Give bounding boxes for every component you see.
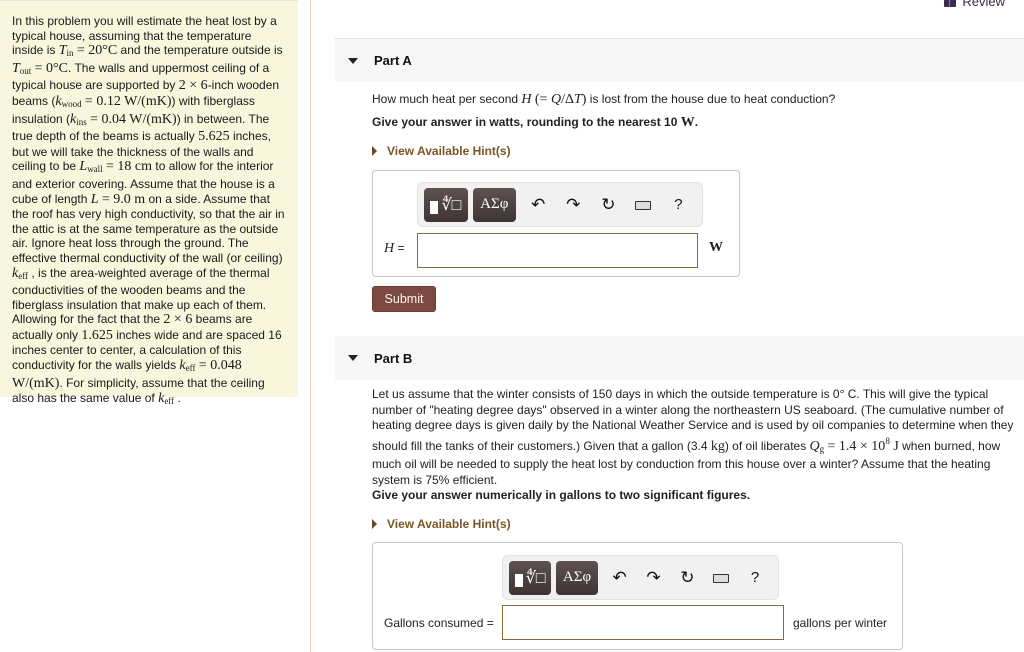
redo-icon[interactable]: ↷ <box>637 568 671 588</box>
reset-icon[interactable]: ↻ <box>670 568 704 588</box>
math-k-eff-value: keff <box>179 358 196 374</box>
question-text: ) of oil liberates <box>724 438 810 453</box>
math-k-eff: keff <box>158 391 175 407</box>
templates-button[interactable]: ∜□ <box>509 560 552 595</box>
help-icon[interactable]: ? <box>661 196 696 213</box>
review-label: Review <box>962 0 1005 9</box>
hint-label: View Available Hint(s) <box>387 144 511 158</box>
template-square-icon <box>514 574 523 587</box>
part-b-instruction: Give your answer numerically in gallons … <box>372 488 751 502</box>
part-b-question: Let us assume that the winter consists o… <box>372 387 1018 488</box>
answer-label: Gallons consumed = <box>384 616 494 630</box>
part-a-answer-box: ∜□ ΑΣφ ↶ ↷ ↻ ? H = W <box>372 170 740 277</box>
panel-divider <box>310 0 311 652</box>
instruction-text: Give your answer in watts, rounding to t… <box>372 115 681 129</box>
math-t-in: Tin <box>58 43 74 59</box>
part-b-header[interactable]: Part B <box>335 336 1024 380</box>
part-b-title: Part B <box>374 350 413 366</box>
collapse-triangle-icon <box>348 57 358 64</box>
math-width: 1.625 <box>81 327 113 343</box>
h-answer-input[interactable] <box>417 233 698 268</box>
math-toolbar: ∜□ ΑΣφ ↶ ↷ ↻ ? <box>417 182 703 227</box>
undo-icon[interactable]: ↶ <box>521 195 556 215</box>
review-link[interactable]: Review <box>944 0 1005 9</box>
question-text: is lost from the house due to heat condu… <box>586 92 836 106</box>
math-toolbar: ∜□ ΑΣφ ↶ ↷ ↻ ? <box>502 555 779 600</box>
template-square-icon <box>430 201 439 214</box>
part-a-instruction: Give your answer in watts, rounding to t… <box>372 115 698 131</box>
answer-unit: gallons per winter <box>793 616 888 630</box>
math-l: L <box>90 191 99 207</box>
math-kg: kg <box>710 438 725 454</box>
math-qg-value: = 1.4 × 108 J <box>827 435 899 454</box>
math-k-ins: kins <box>70 111 87 127</box>
keyboard-icon[interactable] <box>704 568 738 588</box>
math-h: H <box>521 92 532 107</box>
expand-triangle-icon <box>372 519 377 529</box>
question-text: How much heat per second <box>372 92 522 106</box>
root-icon: ∜□ <box>525 569 546 587</box>
part-a-header[interactable]: Part A <box>335 38 1024 82</box>
book-icon <box>944 0 957 7</box>
hint-label: View Available Hint(s) <box>387 517 511 531</box>
undo-icon[interactable]: ↶ <box>603 568 637 588</box>
math-t-out: Tout <box>12 60 32 76</box>
math-beam-size: 2 × 6 <box>163 312 193 328</box>
part-b-answer-box: ∜□ ΑΣφ ↶ ↷ ↻ ? Gallons consumed = gallon… <box>372 542 903 650</box>
math-l-wall: Lwall <box>79 159 103 175</box>
problem-text: . <box>174 391 181 406</box>
answer-var: H <box>384 241 395 256</box>
problem-text: and the temperature outside is <box>117 43 283 58</box>
keyboard-icon[interactable] <box>626 195 661 215</box>
math-depth: 5.625 <box>198 129 230 145</box>
math-h-def: (= Q/ΔT) <box>534 92 587 107</box>
part-a-question: How much heat per second H (= Q/ΔT) is l… <box>372 92 835 108</box>
instruction-text: . <box>694 115 699 129</box>
answer-eq: = <box>394 241 405 255</box>
answer-label: H = <box>384 241 404 257</box>
submit-button[interactable]: Submit <box>372 286 436 312</box>
instruction-unit: W <box>680 115 695 130</box>
symbols-button[interactable]: ΑΣφ <box>472 187 516 222</box>
root-icon: ∜□ <box>441 196 462 214</box>
collapse-triangle-icon <box>348 355 358 361</box>
gallons-answer-input[interactable] <box>502 605 784 640</box>
redo-icon[interactable]: ↷ <box>556 195 591 215</box>
part-b-hint-toggle[interactable]: View Available Hint(s) <box>372 517 511 531</box>
part-a-hint-toggle[interactable]: View Available Hint(s) <box>372 144 511 158</box>
symbols-button[interactable]: ΑΣφ <box>556 560 598 595</box>
math-k-wood: kwood <box>55 93 82 109</box>
answer-unit: W <box>709 240 723 255</box>
math-qg: Qg <box>809 438 825 454</box>
part-a-title: Part A <box>374 53 412 68</box>
reset-icon[interactable]: ↻ <box>591 195 626 215</box>
expand-triangle-icon <box>372 146 377 156</box>
math-beam-size: 2 × 6 <box>178 78 208 94</box>
math-k-eff: keff <box>12 265 29 281</box>
problem-statement: In this problem you will estimate the he… <box>0 0 298 406</box>
templates-button[interactable]: ∜□ <box>424 187 468 222</box>
help-icon[interactable]: ? <box>738 569 772 586</box>
